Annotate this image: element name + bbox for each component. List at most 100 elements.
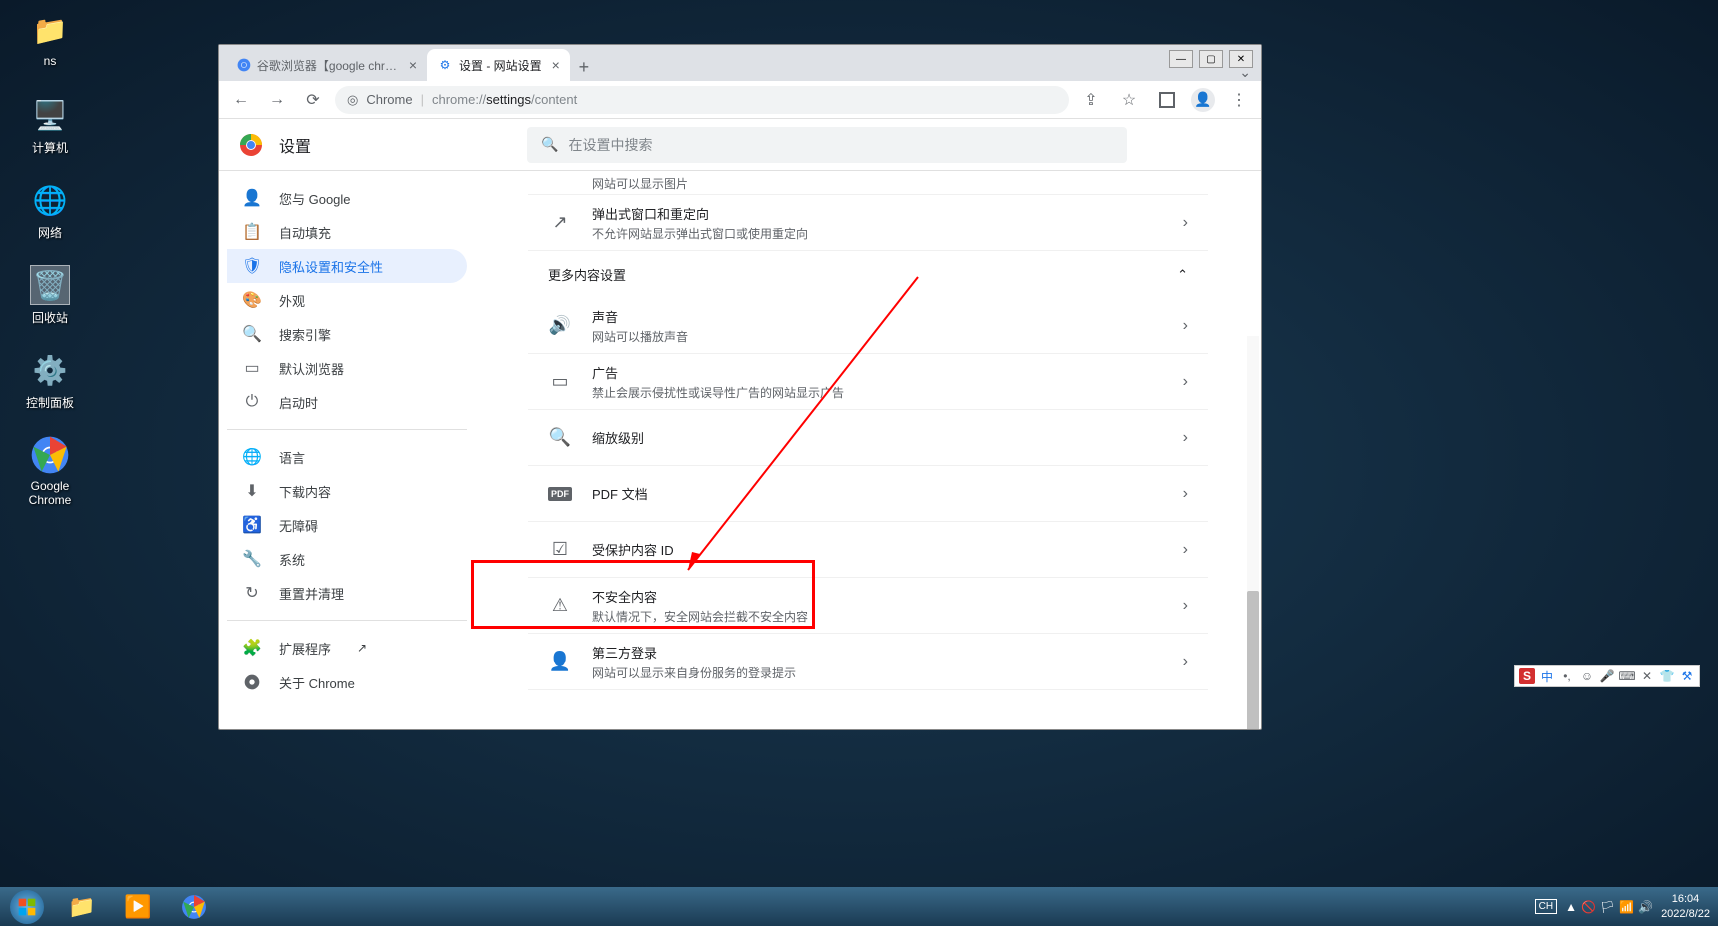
ime-lang-button[interactable]: 中 <box>1539 668 1555 684</box>
sidebar-item-you-and-google[interactable]: 👤您与 Google <box>227 181 467 215</box>
windows-logo-icon <box>10 890 44 924</box>
forward-button[interactable]: → <box>263 86 291 114</box>
sidebar-item-privacy-security[interactable]: 🛡隐私设置和安全性 <box>227 249 467 283</box>
sidebar-item-system[interactable]: 🔧系统 <box>227 542 467 576</box>
taskbar-chrome[interactable] <box>166 887 222 926</box>
ime-voice-button[interactable]: 🎤 <box>1599 668 1615 684</box>
settings-row-images-partial[interactable]: 网站可以显示图片 <box>528 171 1208 195</box>
sidebar-item-on-startup[interactable]: ⏻启动时 <box>227 385 467 419</box>
settings-row-popups[interactable]: ↗ 弹出式窗口和重定向不允许网站显示弹出式窗口或使用重定向 › <box>528 195 1208 251</box>
site-info-icon[interactable]: ◎ <box>347 92 358 108</box>
ime-keyboard-button[interactable]: ⌨ <box>1619 668 1635 684</box>
sidebar-item-appearance[interactable]: 🎨外观 <box>227 283 467 317</box>
sidebar-item-about-chrome[interactable]: 关于 Chrome <box>227 665 467 699</box>
tray-volume-icon[interactable]: 🔊 <box>1638 900 1653 914</box>
sidebar-item-reset[interactable]: ↻重置并清理 <box>227 576 467 610</box>
sidebar-item-autofill[interactable]: 📋自动填充 <box>227 215 467 249</box>
settings-row-pdf[interactable]: PDF PDF 文档 › <box>528 466 1208 522</box>
taskbar-media-player[interactable]: ▶️ <box>110 887 166 926</box>
desktop-icon-control-panel[interactable]: ⚙️ 控制面板 <box>15 350 85 411</box>
tab-google-chrome-page[interactable]: 谷歌浏览器【google chrome】 × <box>227 49 427 81</box>
menu-button[interactable]: ⋮ <box>1225 86 1253 114</box>
tray-overflow-icon[interactable]: ▲ <box>1565 900 1577 914</box>
chevron-right-icon: › <box>1183 653 1188 671</box>
sidebar-item-extensions[interactable]: 🧩扩展程序↗ <box>227 631 467 665</box>
settings-row-protected-content[interactable]: ☑ 受保护内容 ID › <box>528 522 1208 578</box>
settings-panel: 网站可以显示图片 ↗ 弹出式窗口和重定向不允许网站显示弹出式窗口或使用重定向 ›… <box>475 171 1261 729</box>
ime-close-button[interactable]: ✕ <box>1639 668 1655 684</box>
gear-favicon-icon: ⚙ <box>437 57 453 73</box>
chrome-window: 谷歌浏览器【google chrome】 × ⚙ 设置 - 网站设置 × + ⌄… <box>218 44 1262 730</box>
sidebar-item-default-browser[interactable]: ▭默认浏览器 <box>227 351 467 385</box>
pdf-icon: PDF <box>548 487 572 501</box>
settings-row-insecure-content[interactable]: ⚠ 不安全内容默认情况下，安全网站会拦截不安全内容 › <box>528 578 1208 634</box>
maximize-button[interactable]: ▢ <box>1199 50 1223 68</box>
ime-skin-button[interactable]: 👕 <box>1659 668 1675 684</box>
chevron-right-icon: › <box>1183 429 1188 447</box>
chevron-right-icon: › <box>1183 597 1188 615</box>
browser-icon: ▭ <box>243 358 261 378</box>
tray-network-icon[interactable]: 📶 <box>1619 900 1634 914</box>
desktop-icon-network[interactable]: 🌐 网络 <box>15 180 85 241</box>
tab-close-icon[interactable]: × <box>409 57 417 73</box>
chevron-right-icon: › <box>1183 541 1188 559</box>
sidebar-item-languages[interactable]: 🌐语言 <box>227 440 467 474</box>
bookmark-button[interactable]: ☆ <box>1115 86 1143 114</box>
tray-action-center-icon[interactable]: 🚫 <box>1581 900 1596 914</box>
ime-tools-button[interactable]: ⚒ <box>1679 668 1695 684</box>
profile-button[interactable]: 👤 <box>1191 88 1215 112</box>
desktop-icon-computer[interactable]: 🖥️ 计算机 <box>15 95 85 156</box>
download-icon: ⬇ <box>243 481 261 501</box>
tab-settings[interactable]: ⚙ 设置 - 网站设置 × <box>427 49 570 81</box>
new-tab-button[interactable]: + <box>570 53 598 81</box>
folder-icon: 📁 <box>30 10 70 50</box>
share-button[interactable]: ⇪ <box>1077 86 1105 114</box>
ime-punct-button[interactable]: •, <box>1559 668 1575 684</box>
person-icon: 👤 <box>243 188 261 208</box>
desktop-icon-recycle-bin[interactable]: 🗑️ 回收站 <box>15 265 85 326</box>
zoom-icon: 🔍 <box>548 427 572 448</box>
settings-row-sound[interactable]: 🔊 声音网站可以播放声音 › <box>528 298 1208 354</box>
address-bar[interactable]: ◎ Chrome | chrome://settings/content <box>335 86 1069 114</box>
settings-row-ads[interactable]: ▭ 广告禁止会展示侵扰性或误导性广告的网站显示广告 › <box>528 354 1208 410</box>
scrollbar-vertical[interactable] <box>1247 336 1259 729</box>
sidebar-item-search-engine[interactable]: 🔍搜索引擎 <box>227 317 467 351</box>
back-button[interactable]: ← <box>227 86 255 114</box>
tray-flag-icon[interactable]: 🏳 <box>1600 900 1615 914</box>
sidebar-item-accessibility[interactable]: ♿无障碍 <box>227 508 467 542</box>
desktop-icon-chrome[interactable]: Google Chrome <box>15 435 85 507</box>
computer-icon: 🖥️ <box>30 95 70 135</box>
ime-toolbar[interactable]: S 中 •, ☺ 🎤 ⌨ ✕ 👕 ⚒ <box>1514 665 1700 687</box>
power-icon: ⏻ <box>243 393 261 411</box>
reload-button[interactable]: ⟳ <box>299 86 327 114</box>
extension-icon: 🧩 <box>243 638 261 658</box>
system-tray[interactable]: ▲ 🚫 🏳 📶 🔊 <box>1565 900 1653 914</box>
chrome-favicon-icon <box>237 57 251 73</box>
search-icon: 🔍 <box>541 136 558 153</box>
network-icon: 🌐 <box>30 180 70 220</box>
settings-search-input[interactable]: 🔍 在设置中搜索 <box>527 127 1127 163</box>
scrollbar-thumb[interactable] <box>1247 591 1259 729</box>
sound-icon: 🔊 <box>548 315 572 336</box>
sidebar-item-downloads[interactable]: ⬇下载内容 <box>227 474 467 508</box>
section-more-content-settings[interactable]: 更多内容设置 ⌃ <box>528 251 1208 298</box>
settings-row-zoom[interactable]: 🔍 缩放级别 › <box>528 410 1208 466</box>
ime-sogou-icon[interactable]: S <box>1519 668 1535 684</box>
settings-row-third-party-signin[interactable]: 👤 第三方登录网站可以显示来自身份服务的登录提示 › <box>528 634 1208 690</box>
minimize-button[interactable]: — <box>1169 50 1193 68</box>
language-indicator[interactable]: CH <box>1535 899 1557 914</box>
close-button[interactable]: ✕ <box>1229 50 1253 68</box>
control-panel-icon: ⚙️ <box>30 350 70 390</box>
tab-close-icon[interactable]: × <box>552 57 560 73</box>
settings-sidebar: 👤您与 Google 📋自动填充 🛡隐私设置和安全性 🎨外观 🔍搜索引擎 ▭默认… <box>219 171 475 729</box>
desktop-icon-ns[interactable]: 📁 ns <box>15 10 85 68</box>
taskbar-clock[interactable]: 16:04 2022/8/22 <box>1661 892 1710 921</box>
ime-emoji-button[interactable]: ☺ <box>1579 668 1595 684</box>
taskbar-explorer[interactable]: 📁 <box>54 887 110 926</box>
wrench-icon: 🔧 <box>243 549 261 569</box>
signin-icon: 👤 <box>548 651 572 672</box>
side-panel-button[interactable] <box>1153 86 1181 114</box>
start-button[interactable] <box>0 887 54 926</box>
ads-icon: ▭ <box>548 371 572 392</box>
settings-title: 设置 <box>279 133 311 157</box>
